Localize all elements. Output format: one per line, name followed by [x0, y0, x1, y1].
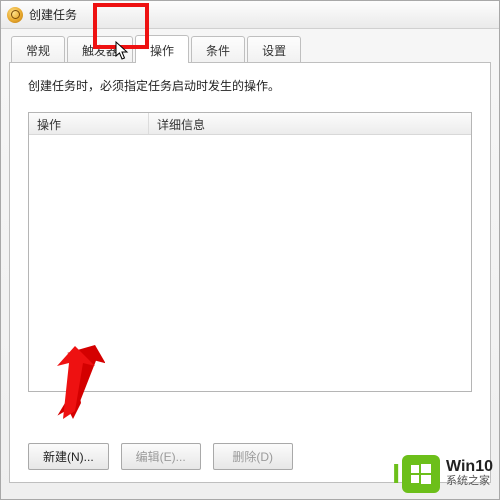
digit-one: I	[392, 460, 400, 488]
new-button[interactable]: 新建(N)...	[28, 443, 109, 470]
tab-content-actions: 创建任务时，必须指定任务启动时发生的操作。 操作 详细信息 新建(N)... 编…	[9, 63, 491, 483]
create-task-window: 创建任务 常规 触发器 操作 条件 设置 创建任务时，必须指定任务启动时发生的操…	[0, 0, 500, 500]
tab-actions-label: 操作	[150, 44, 174, 58]
col-action[interactable]: 操作	[29, 113, 149, 134]
new-button-label: 新建(N)...	[43, 450, 94, 464]
edit-button[interactable]: 编辑(E)...	[121, 443, 201, 470]
edit-button-label: 编辑(E)...	[136, 450, 186, 464]
watermark: I Win10 系统之家	[392, 455, 493, 493]
watermark-ten: I	[392, 455, 440, 493]
tab-conditions-label: 条件	[206, 44, 230, 58]
col-detail[interactable]: 详细信息	[149, 113, 471, 134]
list-header: 操作 详细信息	[29, 113, 471, 135]
brand-name: Win10	[446, 459, 493, 475]
delete-button-label: 删除(D)	[232, 450, 273, 464]
tab-settings-label: 设置	[262, 44, 286, 58]
window-title: 创建任务	[29, 6, 77, 23]
tab-triggers[interactable]: 触发器	[67, 36, 133, 63]
windows-logo-icon	[402, 455, 440, 493]
tab-underline	[9, 62, 491, 63]
titlebar: 创建任务	[1, 1, 499, 29]
actions-listbox[interactable]: 操作 详细信息	[28, 112, 472, 392]
tab-triggers-label: 触发器	[82, 44, 118, 58]
task-scheduler-icon	[7, 7, 23, 23]
delete-button[interactable]: 删除(D)	[213, 443, 293, 470]
tab-actions[interactable]: 操作	[135, 35, 189, 63]
brand-sub: 系统之家	[446, 475, 493, 488]
tab-general[interactable]: 常规	[11, 36, 65, 63]
tab-general-label: 常规	[26, 44, 50, 58]
watermark-text: Win10 系统之家	[446, 459, 493, 488]
tab-settings[interactable]: 设置	[247, 36, 301, 63]
action-buttons: 新建(N)... 编辑(E)... 删除(D)	[28, 443, 293, 470]
tabstrip: 常规 触发器 操作 条件 设置	[1, 29, 499, 63]
instruction-text: 创建任务时，必须指定任务启动时发生的操作。	[28, 77, 472, 94]
tab-conditions[interactable]: 条件	[191, 36, 245, 63]
